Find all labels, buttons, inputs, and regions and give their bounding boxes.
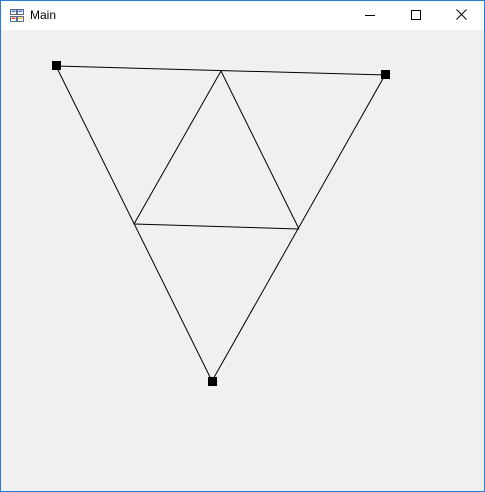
maximize-button[interactable] bbox=[393, 1, 439, 30]
vertex-handle-top-left[interactable] bbox=[52, 61, 61, 70]
vertex-handle-bottom[interactable] bbox=[208, 377, 217, 386]
vertex-handle-top-right[interactable] bbox=[381, 70, 390, 79]
maximize-icon bbox=[411, 7, 421, 25]
title-bar[interactable]: Main bbox=[1, 1, 484, 30]
main-window: Main bbox=[0, 0, 485, 492]
minimize-icon bbox=[365, 7, 375, 25]
outer-edge-top bbox=[55, 65, 386, 76]
minimize-button[interactable] bbox=[347, 1, 393, 30]
drawing-canvas[interactable] bbox=[1, 30, 484, 491]
close-icon bbox=[455, 7, 467, 25]
client-area bbox=[1, 30, 484, 491]
close-button[interactable] bbox=[438, 1, 484, 30]
inner-edge-right bbox=[220, 70, 300, 230]
window-title: Main bbox=[30, 8, 57, 22]
inner-edge-left bbox=[133, 70, 222, 225]
app-icon[interactable] bbox=[10, 9, 24, 22]
inner-edge-bottom bbox=[133, 223, 300, 230]
